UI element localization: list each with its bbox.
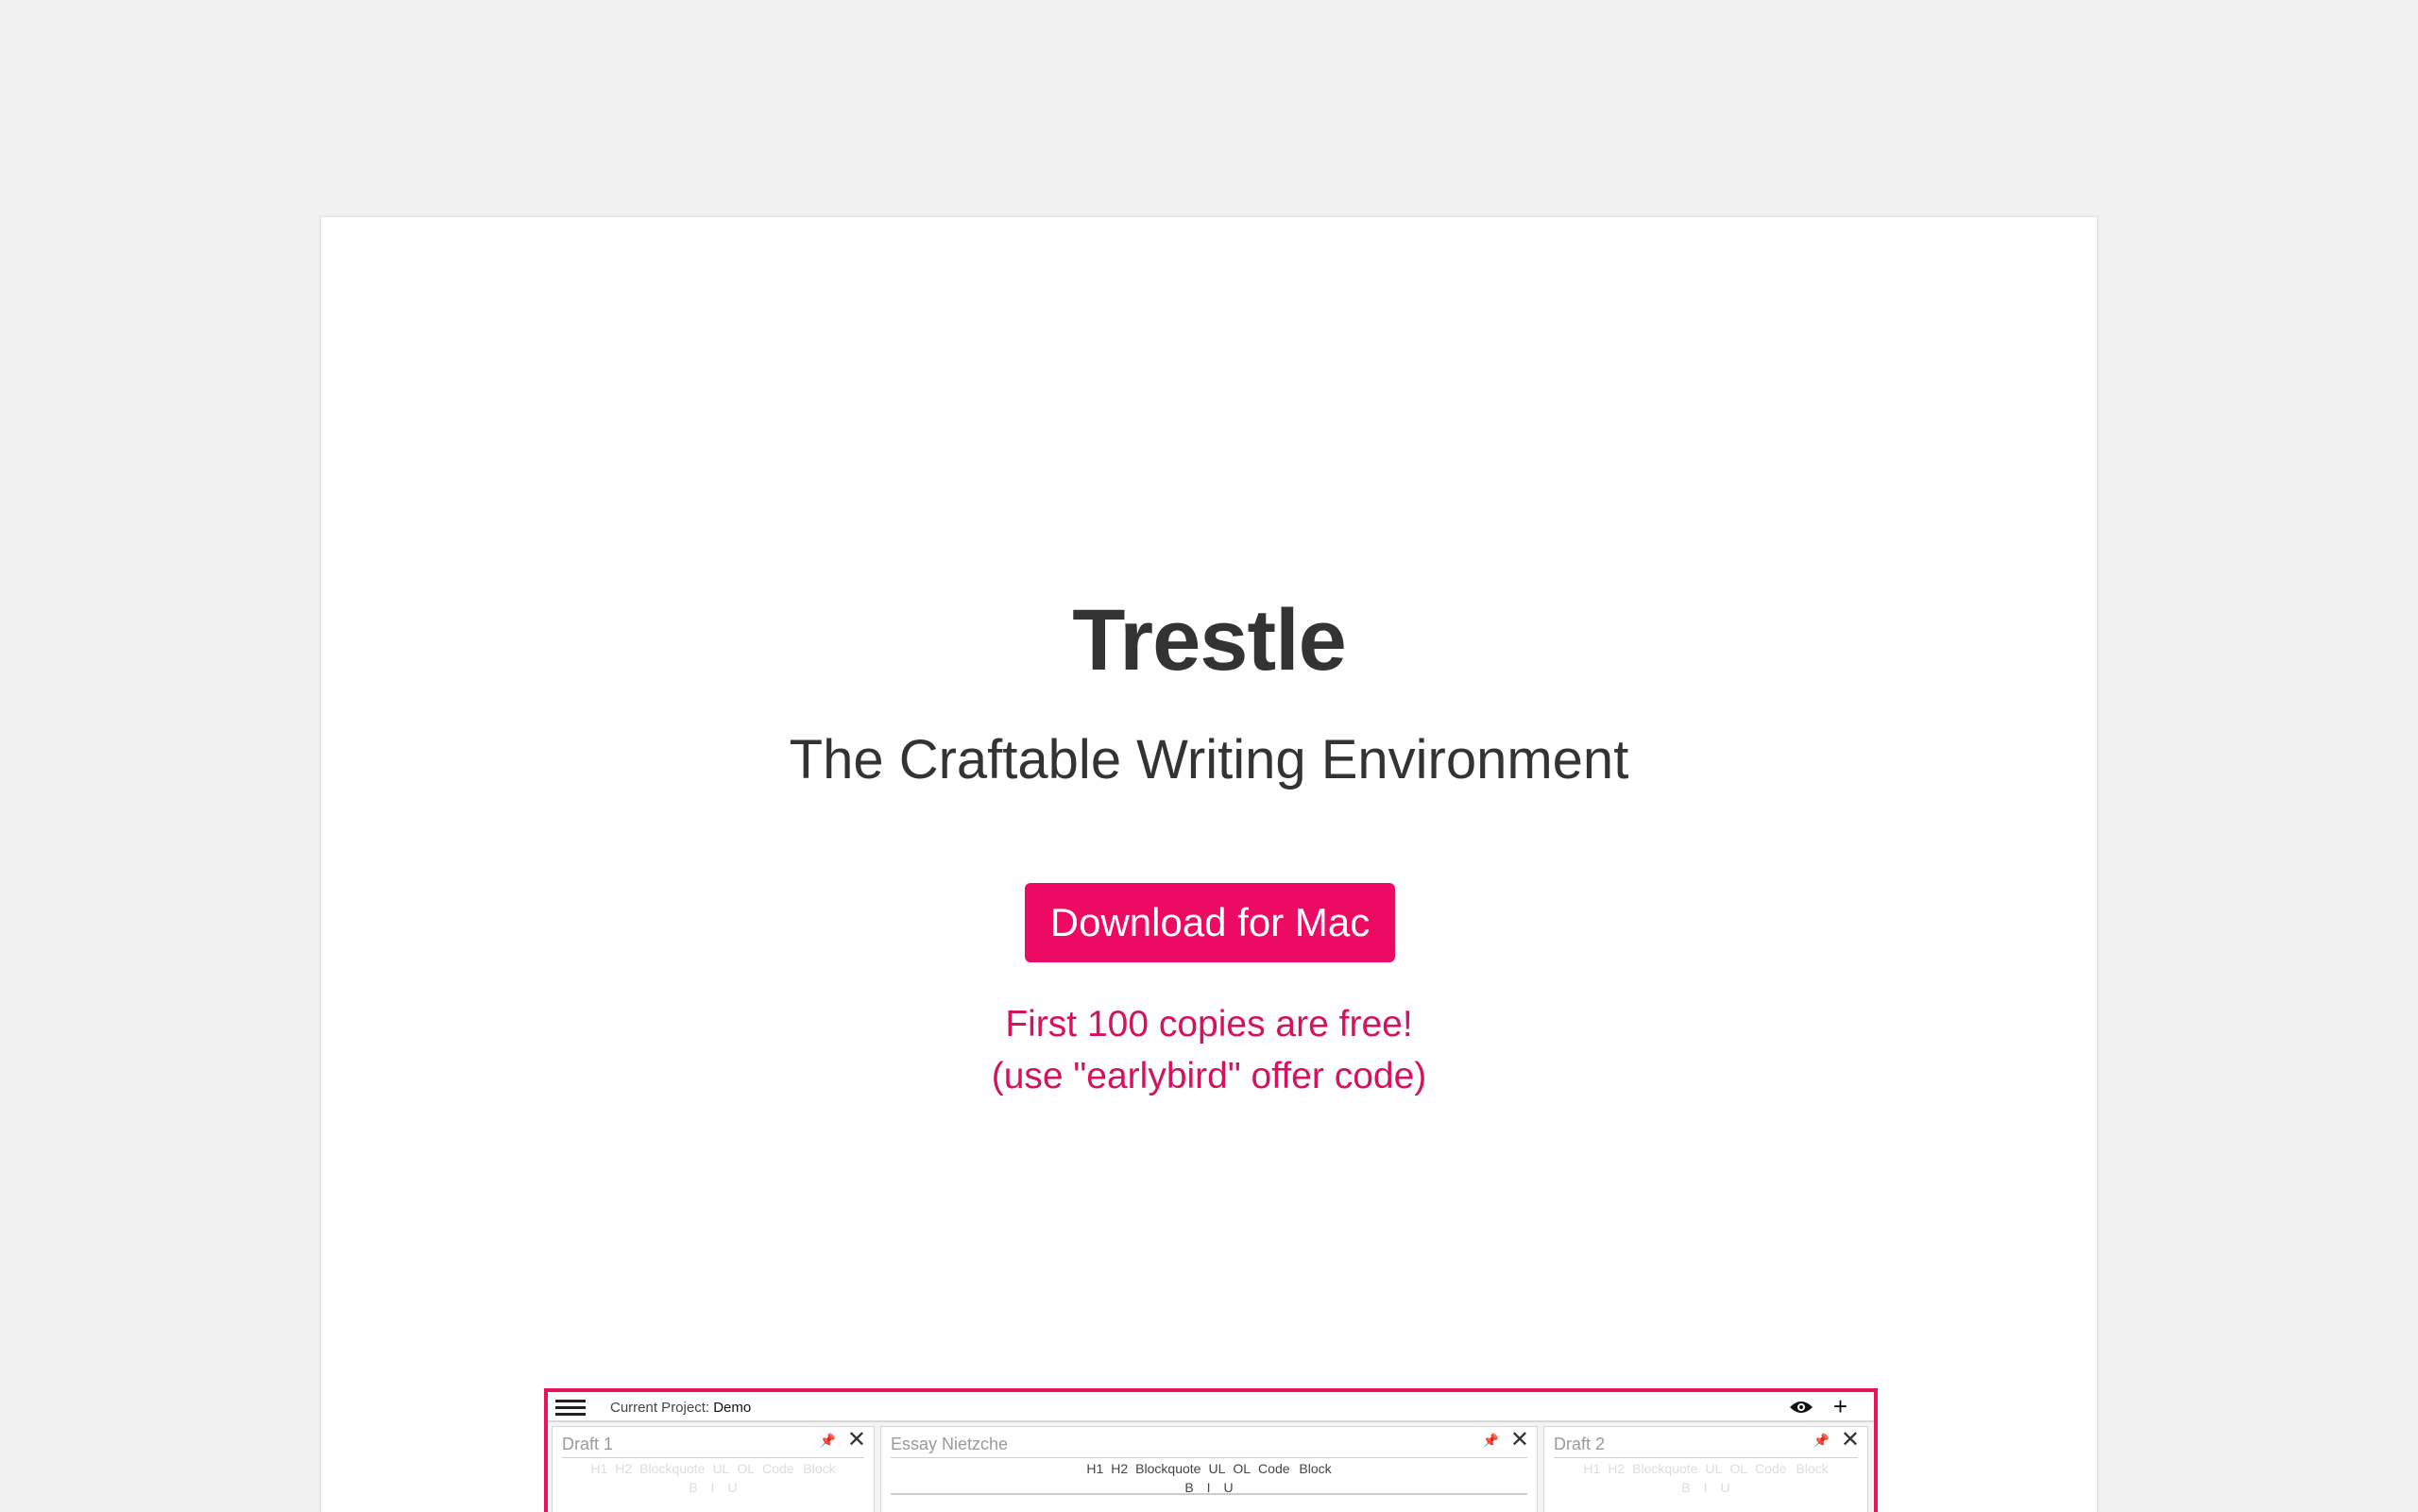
pin-icon: 📌: [1482, 1433, 1499, 1448]
pane-draft-2: Draft 2 📌 ✕ H1 H2 Blockquote UL OL Code Block…: [1543, 1426, 1868, 1512]
pin-icon: 📌: [819, 1433, 836, 1448]
toolbar-blockquote: Blockquote: [1135, 1461, 1201, 1476]
toolbar-underline: U: [727, 1480, 738, 1495]
toolbar-ul: UL: [1705, 1461, 1723, 1476]
toolbar-bold: B: [1681, 1480, 1691, 1495]
toolbar-ul: UL: [712, 1461, 730, 1476]
download-for-mac-button[interactable]: Download for Mac: [1025, 883, 1395, 962]
toolbar-code-block: Code Block: [1755, 1461, 1829, 1476]
toolbar-h1: H1: [590, 1461, 608, 1476]
close-icon: ✕: [1509, 1427, 1529, 1453]
toolbar-h1: H1: [1583, 1461, 1601, 1476]
app-preview-screenshot: Current Project: Demo + Draft 1 📌 ✕ H1 H2…: [544, 1388, 1878, 1512]
pane-title: Essay Nietzche: [891, 1435, 1009, 1453]
preview-topbar: Current Project: Demo +: [548, 1392, 1874, 1422]
pane-essay: Essay Nietzche 📌 ✕ H1 H2 Blockquote UL OL Cod…: [880, 1426, 1538, 1512]
toolbar-italic: I: [710, 1480, 715, 1495]
toolbar-h2: H2: [1111, 1461, 1129, 1476]
toolbar-underline: U: [1720, 1480, 1730, 1495]
plus-icon: +: [1832, 1392, 1848, 1420]
format-toolbar: H1 H2 Blockquote UL OL Code Block: [881, 1461, 1537, 1476]
format-toolbar: H1 H2 Blockquote UL OL Code Block: [553, 1461, 874, 1476]
format-toolbar: H1 H2 Blockquote UL OL Code Block: [1544, 1461, 1867, 1476]
app-tagline: The Craftable Writing Environment: [789, 729, 1629, 790]
toolbar-h2: H2: [615, 1461, 633, 1476]
current-project-name: Demo: [713, 1400, 752, 1416]
toolbar-code-block: Code Block: [1258, 1461, 1332, 1476]
toolbar-blockquote: Blockquote: [639, 1461, 706, 1476]
current-project-label: Current Project: Demo: [610, 1400, 751, 1416]
close-icon: ✕: [1840, 1427, 1860, 1453]
offer-text: First 100 copies are free!: [1005, 1004, 1413, 1045]
close-icon: ✕: [846, 1427, 866, 1453]
toolbar-ol: OL: [1233, 1461, 1252, 1476]
divider: [562, 1457, 864, 1458]
pane-title: Draft 1: [562, 1435, 614, 1453]
toolbar-ol: OL: [737, 1461, 756, 1476]
toolbar-bold: B: [689, 1480, 698, 1495]
toolbar-code-block: Code Block: [762, 1461, 836, 1476]
toolbar-h2: H2: [1608, 1461, 1626, 1476]
pane-draft-1: Draft 1 📌 ✕ H1 H2 Blockquote UL OL Code Block…: [552, 1426, 875, 1512]
style-toolbar: BIU: [553, 1480, 874, 1495]
divider: [891, 1493, 1527, 1495]
toolbar-italic: I: [1703, 1480, 1708, 1495]
toolbar-blockquote: Blockquote: [1632, 1461, 1698, 1476]
toolbar-ol: OL: [1729, 1461, 1748, 1476]
landing-card: Trestle The Craftable Writing Environmen…: [320, 216, 2098, 1512]
divider: [891, 1457, 1527, 1458]
divider: [1554, 1457, 1858, 1458]
offer-code-text: (use "earlybird" offer code): [991, 1056, 1427, 1096]
current-project-caption: Current Project:: [610, 1400, 710, 1416]
pin-icon: 📌: [1813, 1433, 1830, 1448]
toolbar-h1: H1: [1086, 1461, 1104, 1476]
toolbar-ul: UL: [1208, 1461, 1226, 1476]
app-title: Trestle: [1072, 592, 1347, 688]
pane-title: Draft 2: [1554, 1435, 1606, 1453]
eye-icon: [1790, 1402, 1813, 1413]
style-toolbar: BIU: [1544, 1480, 1867, 1495]
menu-icon: [555, 1400, 586, 1417]
